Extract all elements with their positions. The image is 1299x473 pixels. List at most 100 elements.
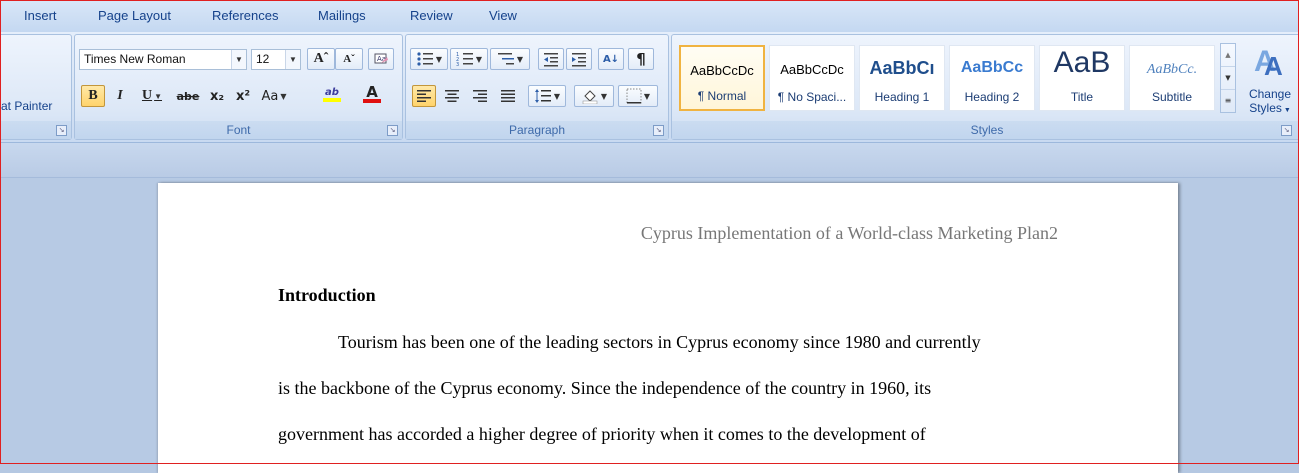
subscript-button[interactable]: x₂ bbox=[205, 85, 229, 107]
tab-page-layout[interactable]: Page Layout bbox=[98, 8, 171, 23]
underline-icon: U bbox=[141, 88, 153, 103]
chevron-down-icon: ▼ bbox=[154, 91, 163, 101]
tab-insert[interactable]: Insert bbox=[24, 8, 57, 23]
svg-text:A: A bbox=[1264, 51, 1283, 81]
superscript-button[interactable]: x² bbox=[231, 85, 255, 107]
bullets-button[interactable]: ▼ bbox=[410, 48, 448, 70]
ribbon: at Painter ↘ Times New Roman ▼ 12 ▼ Aˆ A… bbox=[0, 32, 1299, 143]
increase-indent-icon bbox=[572, 53, 586, 67]
borders-button[interactable]: ▼ bbox=[618, 85, 658, 107]
paragraph-line: government has accorded a higher degree … bbox=[278, 424, 926, 444]
clipboard-dialog-launcher-icon[interactable]: ↘ bbox=[56, 125, 67, 136]
style-name: ¶ Normal bbox=[697, 89, 747, 103]
font-dialog-launcher-icon[interactable]: ↘ bbox=[387, 125, 398, 136]
page-header: Cyprus Implementation of a World-class M… bbox=[640, 223, 1058, 243]
style-sample: AaBbCı bbox=[869, 58, 935, 78]
font-size-select[interactable]: 12 ▼ bbox=[251, 49, 301, 70]
clipboard-group: at Painter ↘ bbox=[0, 34, 72, 140]
style-name: Heading 1 bbox=[874, 90, 930, 104]
document-heading: Introduction bbox=[278, 285, 376, 305]
font-color-icon: A bbox=[366, 83, 378, 101]
bold-icon: B bbox=[88, 88, 98, 103]
highlight-color-bar bbox=[323, 97, 341, 102]
font-group-label: Font bbox=[75, 121, 402, 139]
sort-button[interactable]: A↓ bbox=[598, 48, 624, 70]
svg-text:3: 3 bbox=[456, 62, 459, 67]
ribbon-tab-bar: Insert Page Layout References Mailings R… bbox=[0, 0, 1299, 32]
tab-references[interactable]: References bbox=[212, 8, 278, 23]
change-case-button[interactable]: Aa ▼ bbox=[257, 85, 291, 107]
style-sample: AaB bbox=[1053, 46, 1111, 79]
shrink-font-button[interactable]: Aˇ bbox=[335, 48, 363, 70]
bullet-list-icon bbox=[417, 52, 433, 66]
style-heading-1[interactable]: AaBbCı Heading 1 bbox=[859, 45, 945, 111]
style-normal[interactable]: AaBbCcDc ¶ Normal bbox=[679, 45, 765, 111]
tab-view[interactable]: View bbox=[489, 8, 517, 23]
chevron-down-icon: ▼ bbox=[435, 54, 443, 64]
decrease-indent-icon bbox=[544, 53, 558, 67]
sort-icon: A↓ bbox=[602, 53, 620, 65]
styles-gallery-scroll: ▲ ▼ ≡ bbox=[1220, 43, 1236, 113]
bold-button[interactable]: B bbox=[81, 85, 105, 107]
ruler-area bbox=[0, 143, 1299, 178]
justify-button[interactable] bbox=[496, 85, 520, 107]
styles-group-label: Styles bbox=[672, 121, 1299, 139]
tab-review[interactable]: Review bbox=[410, 8, 453, 23]
change-case-icon: Aa bbox=[261, 88, 279, 104]
style-sample: AaBbCcDc bbox=[690, 63, 754, 78]
style-name: ¶ No Spaci... bbox=[777, 90, 847, 104]
style-sample: AaBbCcDc bbox=[780, 62, 844, 77]
chevron-down-icon: ▼ bbox=[285, 50, 300, 69]
eraser-icon: Aa bbox=[374, 53, 388, 64]
change-styles-label-2: Styles bbox=[1249, 101, 1282, 115]
style-subtitle[interactable]: AaBbCc. Subtitle bbox=[1129, 45, 1215, 111]
line-spacing-button[interactable]: ▼ bbox=[528, 85, 566, 107]
style-sample: AaBbCc bbox=[960, 59, 1024, 76]
format-painter-button[interactable]: at Painter bbox=[1, 99, 52, 113]
style-no-spacing[interactable]: AaBbCcDc ¶ No Spaci... bbox=[769, 45, 855, 111]
style-title[interactable]: AaB Title bbox=[1039, 45, 1125, 111]
style-name: Title bbox=[1070, 90, 1094, 104]
clear-formatting-button[interactable]: Aa bbox=[368, 48, 394, 70]
increase-indent-button[interactable] bbox=[566, 48, 592, 70]
font-color-bar bbox=[363, 99, 381, 103]
font-color-button[interactable]: A bbox=[355, 83, 389, 105]
paragraph-group: ▼ 1 2 3 ▼ ▼ A↓ ¶ ▼ ▼ ▼ Paragraph ↘ bbox=[405, 34, 669, 140]
paragraph-dialog-launcher-icon[interactable]: ↘ bbox=[653, 125, 664, 136]
style-sample: AaBbCc. bbox=[1146, 62, 1198, 77]
chevron-down-icon: ▼ bbox=[516, 54, 524, 64]
highlighter-icon: ab bbox=[325, 86, 339, 98]
styles-dialog-launcher-icon[interactable]: ↘ bbox=[1281, 125, 1292, 136]
underline-button[interactable]: U ▼ bbox=[135, 85, 169, 107]
chevron-down-icon: ▼ bbox=[643, 91, 651, 101]
font-family-value: Times New Roman bbox=[84, 52, 186, 66]
change-styles-icon: A A bbox=[1254, 45, 1283, 81]
multilevel-list-button[interactable]: ▼ bbox=[490, 48, 530, 70]
tab-mailings[interactable]: Mailings bbox=[318, 8, 366, 23]
numbering-button[interactable]: 1 2 3 ▼ bbox=[450, 48, 488, 70]
decrease-indent-button[interactable] bbox=[538, 48, 564, 70]
chevron-down-icon: ▼ bbox=[231, 50, 246, 69]
grow-font-button[interactable]: Aˆ bbox=[307, 48, 335, 70]
pilcrow-icon: ¶ bbox=[636, 50, 646, 68]
document-page[interactable]: Cyprus Implementation of a World-class M… bbox=[158, 183, 1178, 473]
text-highlight-button[interactable]: ab bbox=[313, 83, 351, 105]
change-styles-button[interactable]: A A Change Styles ▼ bbox=[1240, 39, 1299, 117]
shading-button[interactable]: ▼ bbox=[574, 85, 614, 107]
styles-group: AaBbCcDc ¶ Normal AaBbCcDc ¶ No Spaci...… bbox=[671, 34, 1299, 140]
style-name: Heading 2 bbox=[964, 90, 1020, 104]
scroll-up-icon[interactable]: ▲ bbox=[1221, 44, 1235, 66]
shrink-font-icon: Aˇ bbox=[343, 53, 355, 65]
more-styles-icon[interactable]: ≡ bbox=[1221, 89, 1235, 112]
style-heading-2[interactable]: AaBbCc Heading 2 bbox=[949, 45, 1035, 111]
align-left-button[interactable] bbox=[412, 85, 436, 107]
scroll-down-icon[interactable]: ▼ bbox=[1221, 66, 1235, 89]
align-center-button[interactable] bbox=[440, 85, 464, 107]
italic-button[interactable]: I bbox=[109, 85, 131, 107]
chevron-down-icon: ▼ bbox=[600, 91, 608, 101]
show-formatting-marks-button[interactable]: ¶ bbox=[628, 48, 654, 70]
align-right-button[interactable] bbox=[468, 85, 492, 107]
font-family-select[interactable]: Times New Roman ▼ bbox=[79, 49, 247, 70]
chevron-down-icon: ▼ bbox=[280, 91, 287, 101]
strikethrough-button[interactable]: abe bbox=[173, 85, 203, 107]
